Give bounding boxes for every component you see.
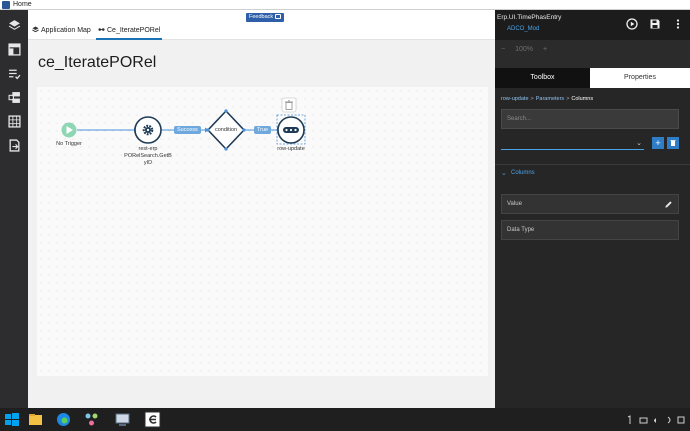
row-update-node-label: row-update bbox=[277, 146, 305, 152]
epicor-app-icon[interactable] bbox=[144, 411, 161, 428]
zoom-control: − 100% + bbox=[501, 46, 557, 53]
chat-icon bbox=[275, 14, 282, 19]
panel-header: Erp.UI.TimePhasEntry ADCO_Mod bbox=[495, 10, 690, 40]
grid-icon[interactable] bbox=[8, 115, 21, 128]
file-explorer-icon[interactable] bbox=[27, 411, 44, 428]
feedback-label: Feedback bbox=[249, 14, 274, 20]
window-titlebar: Home bbox=[0, 0, 690, 10]
connector-handle[interactable] bbox=[224, 109, 228, 113]
right-panel: Erp.UI.TimePhasEntry ADCO_Mod − 100% + Too… bbox=[495, 10, 690, 408]
chevron-down-icon: ⌄ bbox=[501, 170, 507, 177]
true-connector-label[interactable]: True bbox=[254, 126, 272, 134]
data-type-field[interactable]: Data Type bbox=[501, 220, 679, 240]
gear-icon bbox=[142, 124, 154, 136]
connector-handle[interactable] bbox=[242, 128, 246, 132]
zoom-level: 100% bbox=[515, 46, 533, 53]
tab-ce-iterateporel[interactable]: Ce_IteratePORel bbox=[96, 26, 163, 40]
app-icon bbox=[2, 1, 10, 9]
success-connector-label[interactable]: Success bbox=[174, 126, 201, 134]
column-select[interactable]: ⌄ bbox=[501, 136, 644, 150]
layout-icon[interactable] bbox=[8, 43, 21, 56]
tab-toolbox[interactable]: Toolbox bbox=[495, 68, 590, 88]
rest-erp-node-label: rest-erp PORelSearch.GetB yID bbox=[118, 146, 178, 167]
pencil-icon[interactable] bbox=[664, 200, 673, 209]
label-line: yID bbox=[143, 160, 153, 166]
entity-name: Erp.UI.TimePhasEntry bbox=[497, 14, 562, 21]
tab-label: Application Map bbox=[41, 27, 91, 34]
field-label: Value bbox=[507, 201, 522, 207]
more-vertical-icon[interactable] bbox=[672, 18, 684, 30]
trash-icon bbox=[670, 140, 676, 146]
tab-application-map[interactable]: Application Map bbox=[32, 26, 91, 40]
zoom-out-button[interactable]: − bbox=[501, 46, 505, 53]
tab-label: Ce_IteratePORel bbox=[107, 27, 161, 34]
trigger-node-label: No Trigger bbox=[56, 141, 82, 147]
tab-properties[interactable]: Properties bbox=[590, 68, 690, 88]
feedback-button[interactable]: Feedback bbox=[246, 13, 285, 22]
tabs-bar: Feedback Application Map Ce_IteratePORel bbox=[28, 10, 495, 40]
breadcrumb-separator: > bbox=[530, 96, 534, 102]
label-line: PORelSearch.GetB bbox=[124, 153, 172, 159]
connector-handle[interactable] bbox=[224, 147, 228, 151]
tray-icons bbox=[627, 415, 685, 424]
save-icon[interactable] bbox=[649, 18, 661, 30]
flow-canvas[interactable]: Success True No Trigger rest-erp PORelSe… bbox=[37, 87, 488, 376]
network-app-icon[interactable] bbox=[83, 411, 100, 428]
taskbar bbox=[0, 408, 690, 431]
panel-tabs: Toolbox Properties bbox=[495, 68, 690, 88]
flow-icon bbox=[98, 26, 105, 33]
delete-column-button[interactable] bbox=[667, 137, 679, 149]
edge-browser-icon[interactable] bbox=[55, 411, 72, 428]
remote-desktop-icon[interactable] bbox=[114, 411, 131, 428]
checklist-icon[interactable] bbox=[8, 67, 21, 80]
columns-section-header[interactable]: ⌄ Columns bbox=[495, 164, 690, 182]
search-input[interactable]: Search... bbox=[501, 109, 679, 129]
layer-version[interactable]: ADCO_Mod bbox=[507, 26, 539, 32]
chevron-down-icon: ⌄ bbox=[636, 140, 642, 147]
breadcrumb-item[interactable]: Parameters bbox=[536, 96, 564, 102]
left-rail bbox=[0, 10, 28, 408]
section-title: Columns bbox=[511, 170, 535, 176]
document-export-icon[interactable] bbox=[8, 139, 21, 152]
page-title: ce_IteratePORel bbox=[38, 54, 157, 71]
add-column-button[interactable]: + bbox=[652, 137, 664, 149]
main-area: Feedback Application Map Ce_IteratePORel… bbox=[28, 10, 495, 408]
value-field[interactable]: Value bbox=[501, 194, 679, 214]
breadcrumb-separator: > bbox=[566, 96, 570, 102]
breadcrumb: row-update > Parameters > Columns bbox=[501, 96, 593, 102]
window-title: Home bbox=[13, 1, 32, 8]
zoom-bar bbox=[495, 40, 690, 68]
field-label: Data Type bbox=[507, 227, 535, 233]
layers-icon[interactable] bbox=[8, 19, 21, 32]
condition-node-label: condition bbox=[214, 127, 238, 133]
system-tray[interactable] bbox=[626, 415, 686, 427]
breadcrumb-item[interactable]: row-update bbox=[501, 96, 529, 102]
map-icon bbox=[32, 26, 39, 33]
zoom-in-button[interactable]: + bbox=[543, 46, 547, 53]
windows-start-icon[interactable] bbox=[3, 411, 20, 428]
breadcrumb-current: Columns bbox=[571, 96, 594, 102]
data-view-icon[interactable] bbox=[8, 91, 21, 104]
play-circle-icon[interactable] bbox=[626, 18, 638, 30]
label-line: rest-erp bbox=[138, 146, 158, 152]
